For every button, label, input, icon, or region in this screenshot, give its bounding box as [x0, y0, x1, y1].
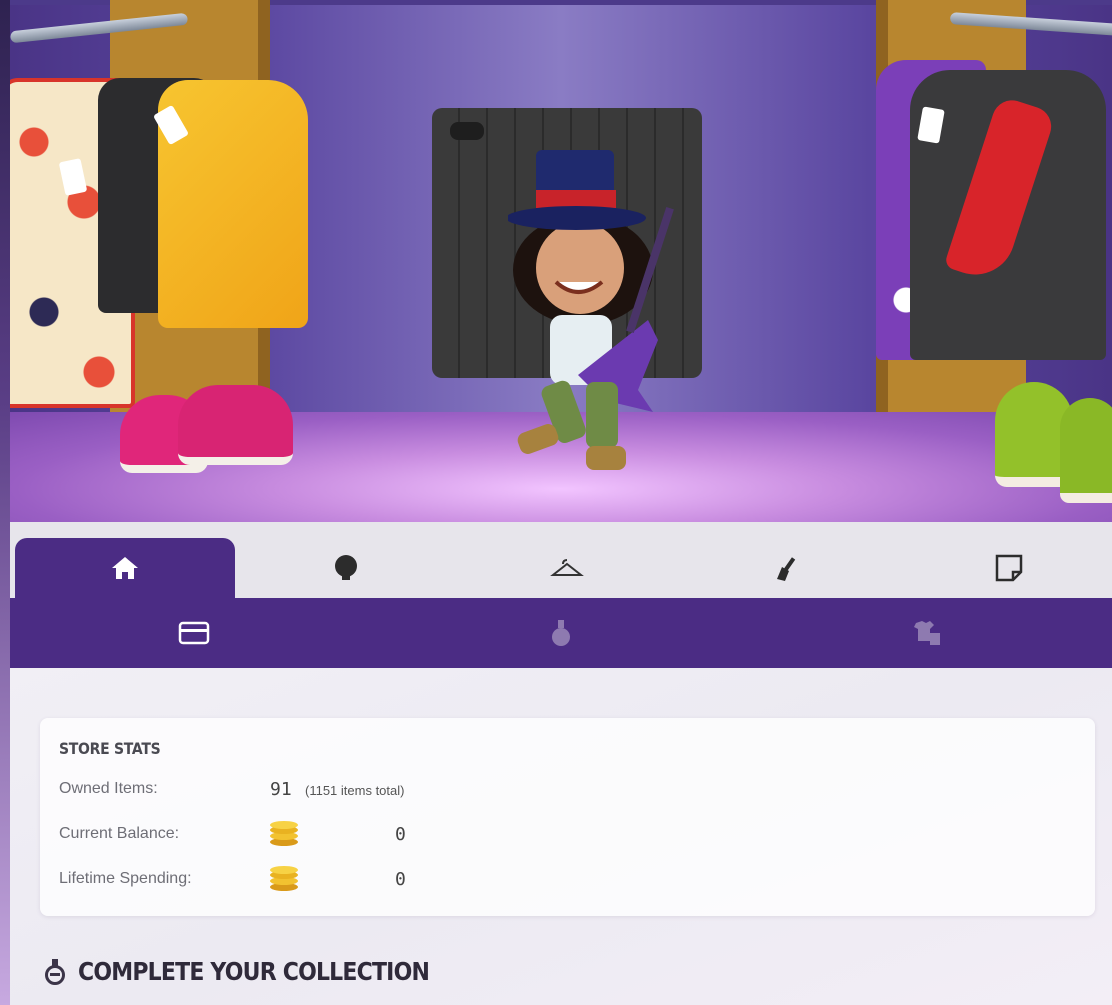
owned-items-value: 91 — [270, 779, 292, 800]
owned-items-label: Owned Items: — [59, 780, 158, 797]
owned-items-total: (1151 items total) — [305, 783, 405, 798]
lifetime-spending-label: Lifetime Spending: — [59, 870, 192, 887]
guitar-icon — [777, 557, 796, 581]
tab-hair[interactable] — [236, 538, 456, 598]
app-root: STORE STATS Owned Items: 91 (1151 items … — [10, 0, 1112, 1005]
note-icon — [995, 554, 1023, 582]
store-stats-card: STORE STATS Owned Items: 91 (1151 items … — [40, 718, 1095, 916]
current-balance-value: 0 — [395, 824, 406, 845]
current-balance-label: Current Balance: — [59, 825, 180, 842]
potion-icon — [551, 620, 570, 646]
collection-heading: COMPLETE YOUR COLLECTION — [44, 957, 430, 987]
green-sneaker[interactable] — [1060, 398, 1112, 503]
coin-stack-icon — [270, 821, 298, 846]
store-content: STORE STATS Owned Items: 91 (1151 items … — [10, 668, 1112, 1005]
coin-stack-icon — [270, 866, 298, 891]
tab-clothes[interactable] — [457, 538, 677, 598]
lifetime-spending-value: 0 — [395, 869, 406, 890]
tab-note[interactable] — [899, 538, 1112, 598]
collection-title: COMPLETE YOUR COLLECTION — [78, 957, 430, 987]
yellow-lightning-shirt[interactable] — [158, 80, 308, 328]
subtab-outfits[interactable] — [744, 598, 1111, 668]
player-avatar[interactable] — [508, 150, 688, 480]
subtab-collection[interactable] — [377, 598, 744, 668]
door-handle — [450, 122, 484, 140]
outfits-icon — [913, 621, 940, 645]
head-icon — [335, 555, 357, 580]
subtab-store-stats[interactable] — [10, 598, 377, 668]
pink-sneaker[interactable] — [178, 385, 293, 465]
dressing-room-scene — [10, 0, 1112, 522]
home-icon — [112, 557, 138, 579]
tab-home[interactable] — [15, 538, 235, 598]
card-icon — [178, 621, 209, 645]
potion-icon — [45, 959, 65, 985]
hanger-icon — [550, 559, 584, 576]
tab-guitar[interactable] — [678, 538, 898, 598]
store-stats-title: STORE STATS — [59, 740, 161, 759]
sub-tab-bar — [10, 598, 1112, 668]
category-tab-bar — [10, 522, 1112, 598]
